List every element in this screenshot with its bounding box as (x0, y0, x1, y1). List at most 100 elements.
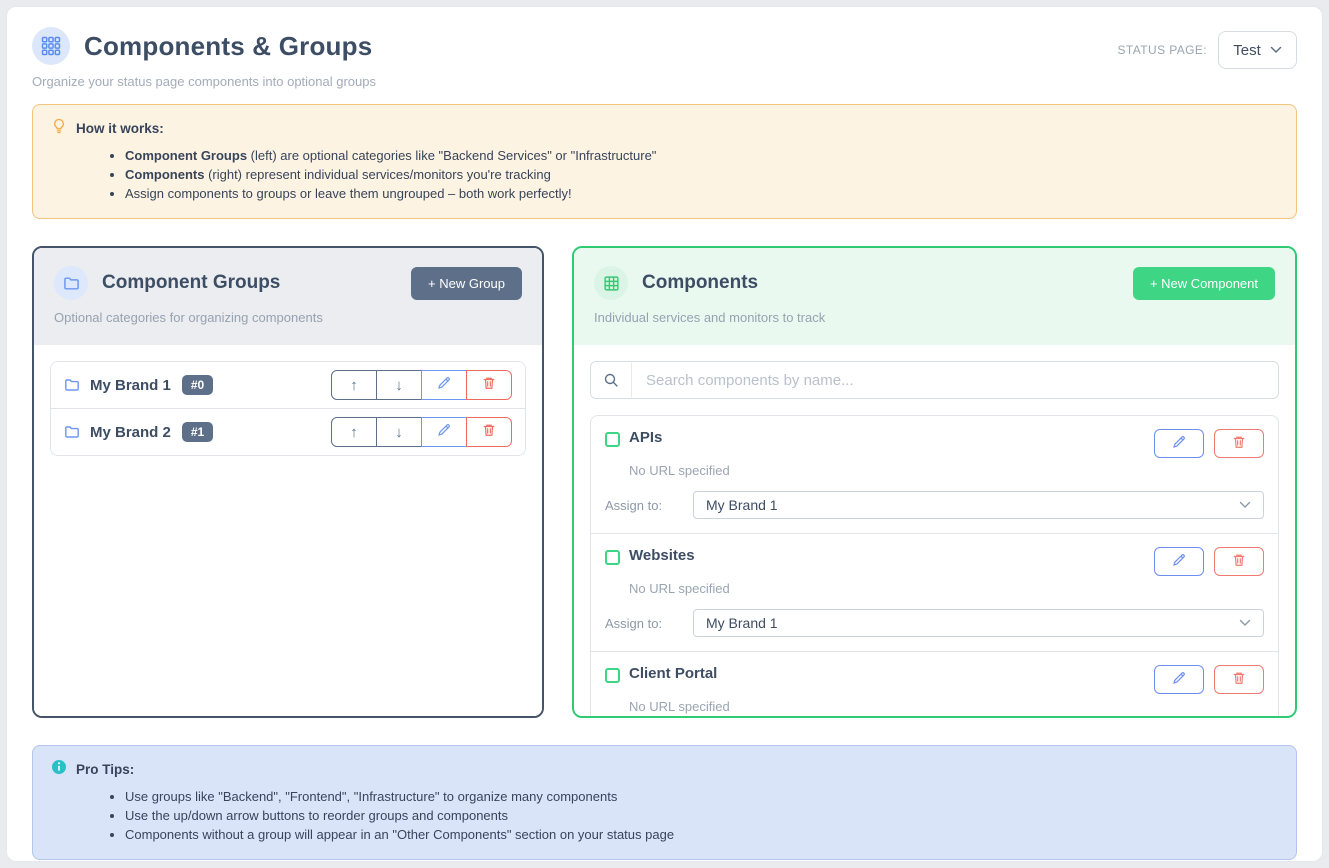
trash-icon (482, 376, 496, 394)
assign-group-select[interactable]: My Brand 1 (693, 609, 1264, 637)
how-it-works-bullet: Assign components to groups or leave the… (125, 184, 1278, 203)
component-groups-subtitle: Optional categories for organizing compo… (54, 310, 522, 325)
components-body: APIs No URL specified (574, 345, 1295, 718)
status-page-select[interactable]: Test (1218, 31, 1297, 69)
page-header-left: Components & Groups Organize your status… (32, 27, 376, 89)
move-down-button[interactable]: ↓ (376, 370, 422, 400)
pencil-icon (437, 423, 451, 441)
search-input[interactable] (632, 361, 1279, 399)
pencil-icon (437, 376, 451, 394)
new-component-button[interactable]: + New Component (1133, 267, 1275, 300)
assign-to-label: Assign to: (605, 498, 693, 513)
info-icon (51, 759, 67, 780)
pencil-icon (1172, 671, 1186, 688)
how-it-works-list: Component Groups (left) are optional cat… (51, 146, 1278, 203)
chevron-down-icon (1270, 46, 1282, 54)
delete-group-button[interactable] (466, 370, 512, 400)
component-checkbox[interactable] (605, 432, 620, 447)
new-group-button[interactable]: + New Group (411, 267, 522, 300)
component-url-note: No URL specified (629, 581, 1264, 596)
group-name: My Brand 1 (90, 377, 171, 394)
trash-icon (482, 423, 496, 441)
page-title: Components & Groups (84, 31, 372, 62)
down-arrow-icon: ↓ (395, 377, 403, 394)
pro-tips-box: Pro Tips: Use groups like "Backend", "Fr… (32, 745, 1297, 860)
component-groups-panel: Component Groups + New Group Optional ca… (32, 246, 544, 718)
folder-icon (64, 424, 80, 440)
delete-component-button[interactable] (1214, 547, 1264, 576)
component-name: Websites (629, 547, 695, 564)
status-page-value: Test (1233, 42, 1261, 59)
status-page-label: STATUS PAGE: (1118, 43, 1207, 57)
group-list: My Brand 1 #0 ↑ ↓ (50, 361, 526, 456)
group-actions: ↑ ↓ (331, 370, 512, 400)
component-url-note: No URL specified (629, 463, 1264, 478)
component-groups-header: Component Groups + New Group Optional ca… (34, 248, 542, 345)
component-checkbox[interactable] (605, 668, 620, 683)
assign-group-select[interactable]: My Brand 1 (693, 491, 1264, 519)
panels-row: Component Groups + New Group Optional ca… (32, 246, 1297, 718)
component-card: APIs No URL specified (591, 416, 1278, 533)
edit-group-button[interactable] (421, 417, 467, 447)
edit-component-button[interactable] (1154, 665, 1204, 694)
group-order-badge: #1 (182, 422, 213, 442)
move-up-button[interactable]: ↑ (331, 370, 377, 400)
page-header: Components & Groups Organize your status… (32, 27, 1297, 89)
delete-component-button[interactable] (1214, 429, 1264, 458)
edit-component-button[interactable] (1154, 429, 1204, 458)
how-it-works-bullet: Components (right) represent individual … (125, 165, 1278, 184)
how-it-works-bullet: Component Groups (left) are optional cat… (125, 146, 1278, 165)
page-subtitle: Organize your status page components int… (32, 74, 376, 89)
edit-component-button[interactable] (1154, 547, 1204, 576)
chevron-down-icon (1239, 619, 1251, 627)
pro-tips-bullet: Use groups like "Backend", "Frontend", "… (125, 787, 1278, 806)
move-up-button[interactable]: ↑ (331, 417, 377, 447)
assign-to-label: Assign to: (605, 616, 693, 631)
component-url-note: No URL specified (629, 699, 1264, 714)
component-actions (1154, 547, 1264, 576)
grid-table-icon (594, 266, 628, 300)
components-header: Components + New Component Individual se… (574, 248, 1295, 345)
component-card: Websites No URL specified (591, 533, 1278, 651)
pro-tips-title: Pro Tips: (76, 762, 134, 777)
trash-icon (1232, 435, 1246, 452)
component-checkbox[interactable] (605, 550, 620, 565)
pro-tips-bullet: Components without a group will appear i… (125, 825, 1278, 844)
up-arrow-icon: ↑ (350, 377, 358, 394)
group-row: My Brand 2 #1 ↑ ↓ (51, 408, 525, 455)
component-list: APIs No URL specified (590, 415, 1279, 718)
component-name: Client Portal (629, 665, 717, 682)
folder-icon (54, 266, 88, 300)
folder-icon (64, 377, 80, 393)
group-actions: ↑ ↓ (331, 417, 512, 447)
component-card: Client Portal No URL specified (591, 651, 1278, 718)
pro-tips-list: Use groups like "Backend", "Frontend", "… (51, 787, 1278, 844)
status-page-area: STATUS PAGE: Test (1118, 31, 1297, 69)
trash-icon (1232, 553, 1246, 570)
delete-component-button[interactable] (1214, 665, 1264, 694)
how-it-works-box: How it works: Component Groups (left) ar… (32, 104, 1297, 219)
group-name: My Brand 2 (90, 424, 171, 441)
up-arrow-icon: ↑ (350, 424, 358, 441)
group-row: My Brand 1 #0 ↑ ↓ (51, 362, 525, 408)
group-order-badge: #0 (182, 375, 213, 395)
search-icon (590, 361, 632, 399)
down-arrow-icon: ↓ (395, 424, 403, 441)
component-name: APIs (629, 429, 662, 446)
lightbulb-icon (51, 118, 67, 139)
component-groups-title: Component Groups (102, 272, 280, 294)
components-panel: Components + New Component Individual se… (572, 246, 1297, 718)
edit-group-button[interactable] (421, 370, 467, 400)
how-it-works-title: How it works: (76, 121, 164, 136)
assign-group-value: My Brand 1 (706, 497, 778, 513)
trash-icon (1232, 671, 1246, 688)
component-groups-body: My Brand 1 #0 ↑ ↓ (34, 345, 542, 716)
delete-group-button[interactable] (466, 417, 512, 447)
pencil-icon (1172, 553, 1186, 570)
chevron-down-icon (1239, 501, 1251, 509)
components-title: Components (642, 272, 758, 294)
component-actions (1154, 429, 1264, 458)
pro-tips-bullet: Use the up/down arrow buttons to reorder… (125, 806, 1278, 825)
move-down-button[interactable]: ↓ (376, 417, 422, 447)
components-subtitle: Individual services and monitors to trac… (594, 310, 1275, 325)
